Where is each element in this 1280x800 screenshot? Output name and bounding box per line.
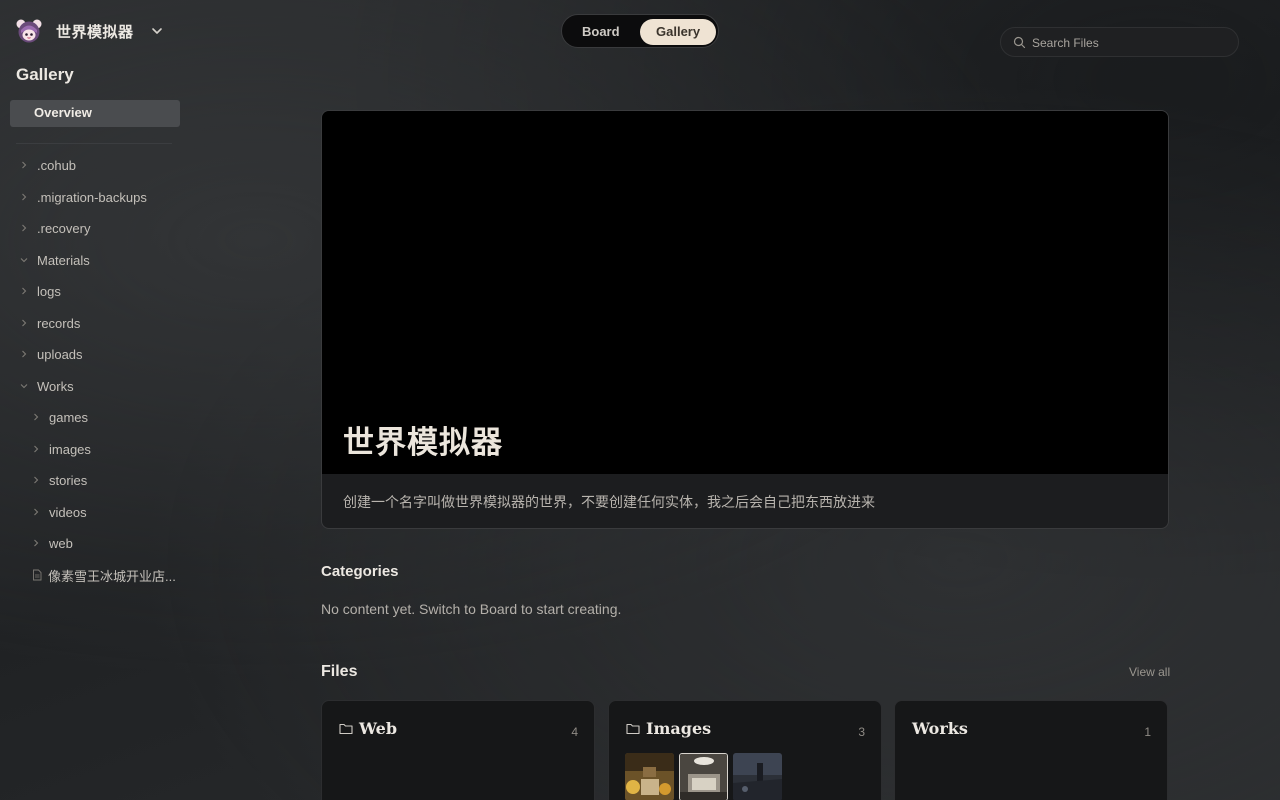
tree-item-logs[interactable]: logs [18, 281, 61, 301]
file-card-works[interactable]: Works 1 [894, 700, 1168, 800]
image-thumbnail[interactable] [733, 753, 782, 800]
file-icon [31, 569, 43, 581]
folder-icon [339, 722, 353, 735]
file-card-count: 4 [571, 725, 578, 739]
tree-item-label: videos [49, 504, 87, 520]
sidebar-item-overview[interactable]: Overview [10, 100, 180, 127]
folder-icon [626, 722, 640, 735]
tree-item-images[interactable]: images [30, 439, 91, 459]
file-card-count: 1 [1144, 725, 1151, 739]
tree-item-label: .migration-backups [37, 189, 147, 205]
sidebar-item-label: Overview [34, 105, 92, 120]
workspace-name: 世界模拟器 [56, 23, 134, 41]
tree-item-games[interactable]: games [30, 407, 88, 427]
tree-item-records[interactable]: records [18, 313, 80, 333]
image-thumbnail[interactable] [679, 753, 728, 800]
tree-item-label: Works [37, 378, 74, 394]
chevron-down-icon [18, 380, 30, 392]
tree-item-stories[interactable]: stories [30, 470, 87, 490]
chevron-right-icon [18, 317, 30, 329]
file-card-title: Web [359, 719, 398, 738]
board-view-button[interactable]: Board [582, 24, 620, 39]
sidebar-divider [16, 143, 172, 144]
tree-item-label: Materials [37, 252, 90, 268]
chevron-right-icon [30, 474, 42, 486]
tree-item-videos[interactable]: videos [30, 502, 87, 522]
gallery-view-label: Gallery [656, 24, 701, 39]
view-all-link[interactable]: View all [1129, 665, 1170, 679]
app-logo-icon [16, 18, 42, 44]
tree-item-works[interactable]: Works [18, 376, 74, 396]
tree-item-label: .cohub [37, 157, 77, 173]
categories-empty-text: No content yet. Switch to Board to start… [321, 601, 622, 617]
sidebar-title: Gallery [16, 65, 74, 84]
image-thumbnail[interactable] [625, 753, 674, 800]
categories-heading: Categories [321, 563, 399, 580]
file-card-count: 3 [858, 725, 865, 739]
tree-item-label: games [49, 409, 89, 425]
chevron-right-icon [18, 222, 30, 234]
chevron-right-icon [18, 348, 30, 360]
search-box[interactable] [1000, 27, 1239, 57]
gallery-view-button[interactable]: Gallery [640, 19, 716, 45]
files-heading: Files [321, 663, 358, 680]
tree-item-label: uploads [37, 346, 83, 362]
tree-item-cohub[interactable]: .cohub [18, 155, 76, 175]
tree-item-migration-backups[interactable]: .migration-backups [18, 187, 147, 207]
chevron-right-icon [18, 285, 30, 297]
file-card-web[interactable]: Web 4 [321, 700, 595, 800]
tree-item-label: .recovery [37, 220, 91, 236]
search-input[interactable] [1032, 34, 1227, 52]
chevron-down-icon [18, 254, 30, 266]
file-card-title: Images [646, 719, 712, 738]
chevron-right-icon [30, 537, 42, 549]
chevron-right-icon [30, 411, 42, 423]
tree-item-uploads[interactable]: uploads [18, 344, 83, 364]
tree-item-label: web [49, 535, 73, 551]
search-icon [1013, 36, 1026, 49]
file-card-title: Works [912, 719, 968, 738]
chevron-right-icon [18, 191, 30, 203]
chevron-right-icon [30, 506, 42, 518]
world-hero-card: 世界模拟器 创建一个名字叫做世界模拟器的世界，不要创建任何实体，我之后会自己把东… [321, 110, 1169, 529]
chevron-right-icon [30, 443, 42, 455]
tree-item-label: logs [37, 283, 61, 299]
tree-item-file[interactable]: 像素雪王冰城开业店... [31, 565, 176, 585]
view-toggle: Board Gallery [561, 14, 719, 48]
tree-item-label: stories [49, 472, 88, 488]
hero-title: 世界模拟器 [343, 425, 503, 460]
tree-item-recovery[interactable]: .recovery [18, 218, 90, 238]
hero-description: 创建一个名字叫做世界模拟器的世界，不要创建任何实体，我之后会自己把东西放进来 [343, 494, 875, 510]
chevron-right-icon [18, 159, 30, 171]
tree-item-web[interactable]: web [30, 533, 73, 553]
tree-item-label: 像素雪王冰城开业店... [48, 568, 176, 584]
chevron-down-icon[interactable] [150, 24, 164, 38]
sidebar: 世界模拟器 Gallery Overview .cohub .migration… [0, 0, 192, 800]
tree-item-label: images [49, 441, 91, 457]
tree-item-label: records [37, 315, 81, 331]
tree-item-materials[interactable]: Materials [18, 250, 90, 270]
workspace-switcher[interactable]: 世界模拟器 [16, 18, 164, 44]
file-card-images[interactable]: Images 3 [608, 700, 882, 800]
